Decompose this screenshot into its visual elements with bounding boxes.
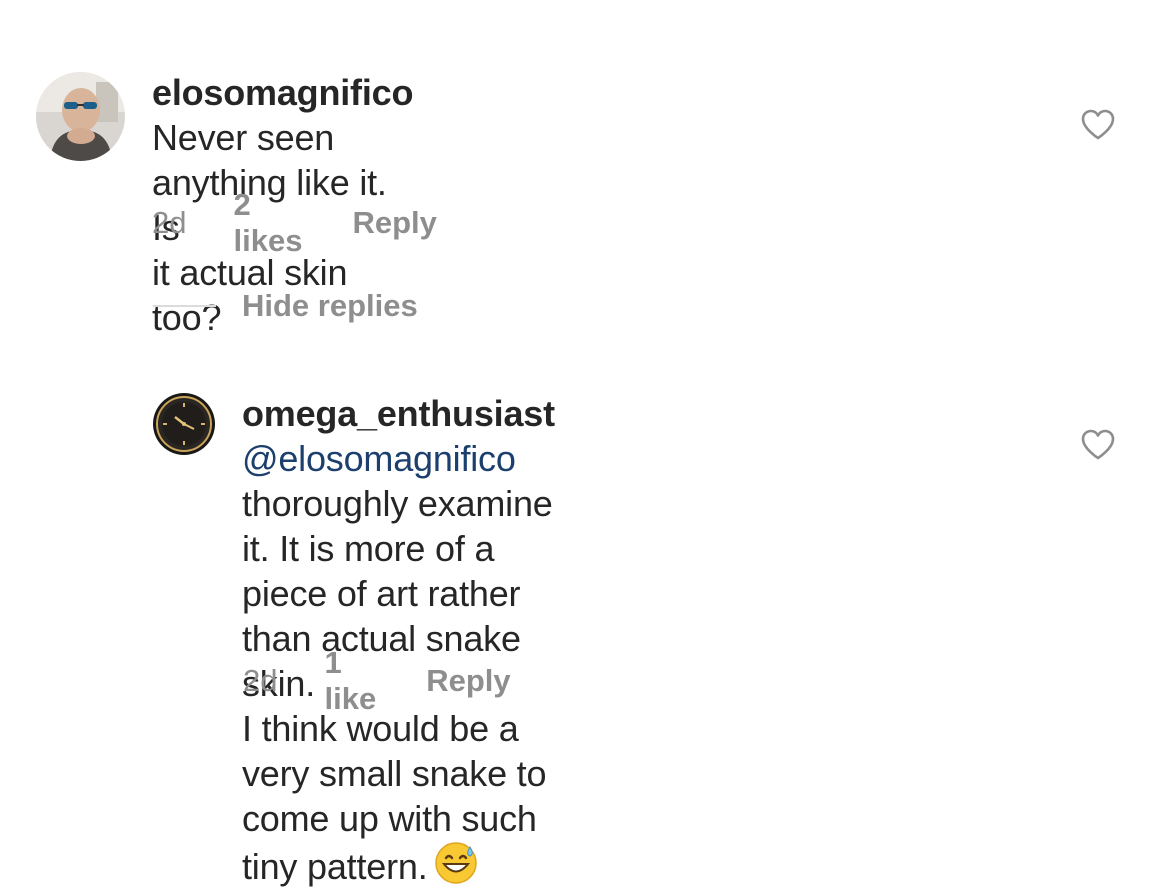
avatar[interactable] [36,72,125,161]
comment-username[interactable]: elosomagnifico [152,72,413,113]
reply-time: 2d [243,663,278,698]
reply-likes[interactable]: 1 like [324,645,376,717]
comment-meta: 2d 2 likes Reply [152,187,437,259]
user-photo-icon [36,72,125,161]
reply-body-line3: I think would be a very small snake to [242,708,547,794]
reply-username[interactable]: omega_enthusiast [242,393,555,434]
comment-time: 2d [152,205,187,240]
hide-replies-label: Hide replies [242,288,418,323]
reply-button[interactable]: Reply [426,663,510,699]
reply-button[interactable]: Reply [352,205,436,241]
like-heart-icon[interactable] [1080,108,1116,140]
like-heart-icon[interactable] [1080,428,1116,460]
avatar[interactable] [153,393,215,455]
hide-replies-toggle[interactable]: Hide replies [153,288,418,324]
divider-line [153,305,216,307]
reply-meta: 2d 1 like Reply [243,645,511,717]
reply-body-line1: thoroughly examine it. It is more of a [242,483,553,569]
reply-text: omega_enthusiast @elosomagnifico thoroug… [242,391,555,895]
reply-body-line4: come up with such tiny pattern. [242,798,537,887]
grinning-sweat-emoji-icon [434,841,478,895]
reply-mention[interactable]: @elosomagnifico [242,438,516,479]
watch-photo-icon [153,393,215,455]
comment-likes[interactable]: 2 likes [233,187,302,259]
